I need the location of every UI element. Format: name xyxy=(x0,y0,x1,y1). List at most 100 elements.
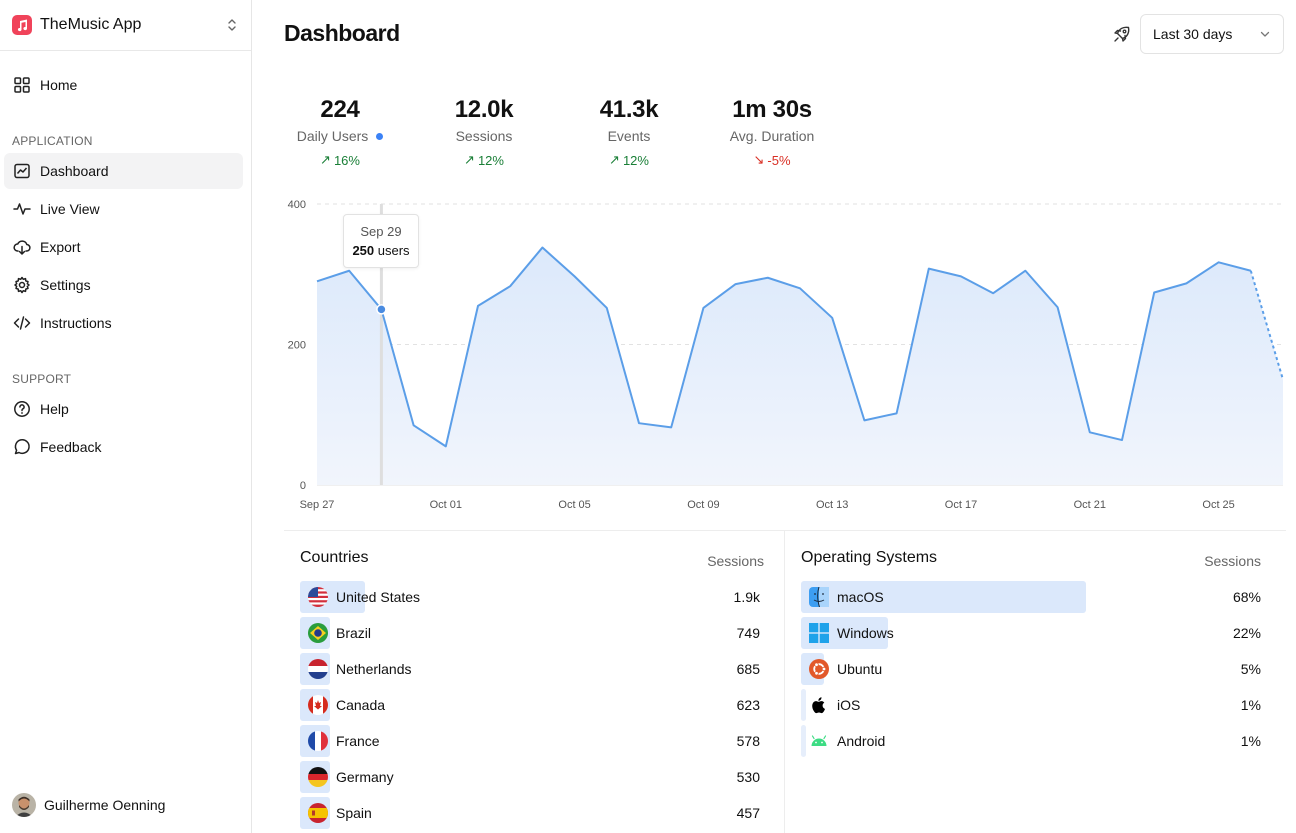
os-row[interactable]: Ubuntu 5% xyxy=(801,653,1261,685)
stat-daily-users[interactable]: 224 Daily Users ↗ 16% xyxy=(275,96,405,168)
main-content: Dashboard Last 30 days 224 Daily Users ↗… xyxy=(252,0,1296,833)
chart-tooltip: Sep 29 250 users xyxy=(343,214,419,268)
android-icon xyxy=(809,731,829,751)
sidebar-item-settings[interactable]: Settings xyxy=(4,267,243,303)
sidebar-item-dashboard[interactable]: Dashboard xyxy=(4,153,243,189)
os-row[interactable]: iOS 1% xyxy=(801,689,1261,721)
code-icon xyxy=(13,316,31,330)
app-switcher[interactable]: TheMusic App xyxy=(0,0,251,51)
country-name: France xyxy=(336,733,380,749)
tooltip-date: Sep 29 xyxy=(360,224,402,239)
active-indicator-dot xyxy=(376,132,384,140)
apple-icon xyxy=(809,695,829,715)
x-tick-label: Oct 25 xyxy=(1202,499,1234,511)
rocket-icon[interactable] xyxy=(1112,24,1132,44)
stat-label: Sessions xyxy=(455,128,513,144)
user-menu[interactable]: Guilherme Oenning xyxy=(12,793,165,817)
country-row[interactable]: Brazil 749 xyxy=(300,617,764,649)
stat-events[interactable]: 41.3k Events ↗ 12% xyxy=(564,96,694,168)
x-tick-label: Sep 27 xyxy=(300,499,335,511)
country-value: 1.9k xyxy=(733,589,760,605)
spain-flag-icon xyxy=(308,803,328,823)
panel-title: Countries xyxy=(300,549,369,566)
date-range-select[interactable]: Last 30 days xyxy=(1140,14,1284,54)
country-row[interactable]: Netherlands 685 xyxy=(300,653,764,685)
country-row[interactable]: France 578 xyxy=(300,725,764,757)
canada-flag-icon xyxy=(308,695,328,715)
sidebar-item-label: Feedback xyxy=(40,439,102,455)
section-label-support: SUPPORT xyxy=(12,372,72,386)
divider xyxy=(784,531,785,833)
os-row[interactable]: Windows 22% xyxy=(801,617,1261,649)
sidebar-item-home[interactable]: Home xyxy=(4,67,243,103)
sidebar-item-help[interactable]: Help xyxy=(4,391,243,427)
stat-change-value: 12% xyxy=(477,152,504,168)
os-value: 1% xyxy=(1240,697,1261,713)
os-value: 68% xyxy=(1232,589,1261,605)
sidebar-item-instructions[interactable]: Instructions xyxy=(4,305,243,341)
country-row[interactable]: Canada 623 xyxy=(300,689,764,721)
os-value: 5% xyxy=(1240,661,1261,677)
windows-icon xyxy=(809,623,829,643)
stat-avg-duration[interactable]: 1m 30s Avg. Duration ↘ -5% xyxy=(707,96,837,168)
section-label-application: APPLICATION xyxy=(12,134,93,148)
sidebar-item-label: Dashboard xyxy=(40,163,109,179)
country-row[interactable]: Germany 530 xyxy=(300,761,764,793)
user-name: Guilherme Oenning xyxy=(44,797,166,813)
os-row[interactable]: macOS 68% xyxy=(801,581,1261,613)
country-name: Spain xyxy=(336,805,372,821)
sidebar-item-label: Settings xyxy=(40,277,91,293)
avatar xyxy=(12,793,36,817)
stat-value: 12.0k xyxy=(454,96,514,123)
chart-icon xyxy=(14,163,30,179)
stat-change-value: -5% xyxy=(767,152,791,168)
panel-title: Operating Systems xyxy=(801,549,938,566)
trend-up-icon: ↗ xyxy=(320,152,331,167)
x-tick-label: Oct 21 xyxy=(1074,499,1106,511)
stat-label: Events xyxy=(607,128,651,144)
message-circle-icon xyxy=(14,438,30,455)
stat-change: ↘ -5% xyxy=(707,152,837,168)
stat-sessions[interactable]: 12.0k Sessions ↗ 12% xyxy=(419,96,549,168)
os-value: 22% xyxy=(1232,625,1261,641)
chevron-down-icon xyxy=(1260,31,1270,37)
country-value: 749 xyxy=(736,625,760,641)
stat-value: 224 xyxy=(320,96,360,123)
country-value: 530 xyxy=(736,769,760,785)
stat-change-value: 16% xyxy=(333,152,360,168)
date-range-value: Last 30 days xyxy=(1153,26,1233,42)
sidebar-item-export[interactable]: Export xyxy=(4,229,243,265)
trend-up-icon: ↗ xyxy=(464,152,475,167)
x-tick-label: Oct 17 xyxy=(945,499,977,511)
x-tick-label: Oct 13 xyxy=(816,499,848,511)
stat-label: Avg. Duration xyxy=(729,128,815,144)
divider xyxy=(284,530,1286,531)
stat-value: 41.3k xyxy=(599,96,659,123)
country-value: 578 xyxy=(736,733,760,749)
country-row[interactable]: Spain 457 xyxy=(300,797,764,829)
y-tick-label: 0 xyxy=(300,480,306,492)
sidebar: TheMusic App Home APPLICATION Dashboard … xyxy=(0,0,252,833)
macos-finder-icon xyxy=(809,587,829,607)
netherlands-flag-icon xyxy=(308,659,328,679)
countries-panel: Countries Sessions United States 1.9k Braz… xyxy=(300,549,764,829)
country-value: 457 xyxy=(736,805,760,821)
os-value: 1% xyxy=(1240,733,1261,749)
stat-change: ↗ 16% xyxy=(275,152,405,168)
us-flag-icon xyxy=(308,587,328,607)
sidebar-item-live-view[interactable]: Live View xyxy=(4,191,243,227)
stat-change-value: 12% xyxy=(622,152,649,168)
trend-up-icon: ↗ xyxy=(609,152,620,167)
os-share-bar xyxy=(801,725,806,757)
sidebar-item-label: Live View xyxy=(40,201,100,217)
ubuntu-icon xyxy=(809,659,829,679)
country-name: Germany xyxy=(336,769,394,785)
chevron-updown-icon xyxy=(228,19,236,31)
country-name: Netherlands xyxy=(336,661,412,677)
country-row[interactable]: United States 1.9k xyxy=(300,581,764,613)
sidebar-item-feedback[interactable]: Feedback xyxy=(4,429,243,465)
country-value: 685 xyxy=(736,661,760,677)
sidebar-item-label: Export xyxy=(40,239,81,255)
os-row[interactable]: Android 1% xyxy=(801,725,1261,757)
column-header: Sessions xyxy=(1204,553,1261,569)
